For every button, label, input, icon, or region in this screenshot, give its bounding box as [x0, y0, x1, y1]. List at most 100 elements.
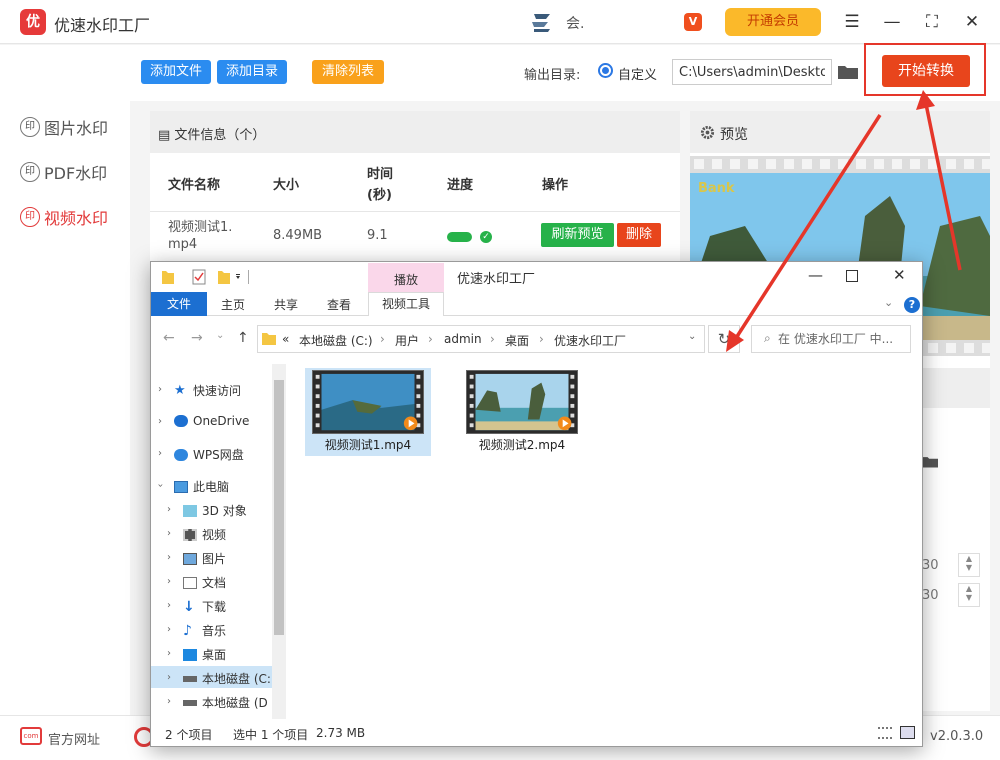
- chevron-right-icon[interactable]: ›: [158, 384, 162, 395]
- chevron-down-icon[interactable]: ⌄: [216, 330, 224, 341]
- close-icon[interactable]: ✕: [893, 266, 906, 284]
- breadcrumb-item[interactable]: admin: [444, 332, 482, 346]
- chevron-down-icon[interactable]: ›: [155, 484, 166, 488]
- breadcrumb-separator: ›: [428, 332, 433, 346]
- watermark-icon: 印: [20, 207, 40, 227]
- delete-button[interactable]: 删除: [617, 223, 661, 247]
- chevron-right-icon[interactable]: ›: [167, 600, 171, 611]
- column-header-time-unit: (秒): [367, 188, 392, 203]
- chevron-right-icon[interactable]: ›: [167, 624, 171, 635]
- tree-item-quick-access[interactable]: ★ 快速访问: [174, 382, 241, 399]
- chevron-down-icon[interactable]: ⌄: [688, 331, 696, 342]
- breadcrumb-separator: ›: [490, 332, 495, 346]
- list-icon: ▤: [158, 128, 175, 143]
- preview-title: 预览: [720, 127, 748, 143]
- refresh-preview-button[interactable]: 刷新预览: [541, 223, 614, 247]
- tree-item-3d-objects[interactable]: 3D 对象: [183, 502, 247, 519]
- forward-arrow-icon[interactable]: →: [191, 330, 203, 346]
- breadcrumb-item[interactable]: 本地磁盘 (C:): [299, 332, 373, 349]
- tree-item-pictures[interactable]: 图片: [183, 550, 226, 567]
- official-site-link[interactable]: 官方网址: [48, 729, 100, 748]
- spin-value[interactable]: 30: [922, 588, 939, 603]
- add-directory-button[interactable]: 添加目录: [217, 60, 287, 84]
- file-item-video-1[interactable]: 视频测试1.mp4: [305, 368, 431, 456]
- start-convert-button[interactable]: 开始转换: [882, 55, 970, 87]
- tree-item-wps-drive[interactable]: WPS网盘: [174, 446, 244, 463]
- chevron-right-icon[interactable]: ›: [158, 416, 162, 427]
- chevron-right-icon[interactable]: ›: [167, 648, 171, 659]
- breadcrumb-item[interactable]: 优速水印工厂: [554, 332, 626, 349]
- app-title: 优速水印工厂: [54, 16, 151, 35]
- file-info-title: ▤ 文件信息（个）: [158, 128, 266, 143]
- tree-item-documents[interactable]: 文档: [183, 574, 226, 591]
- tab-share[interactable]: 共享: [274, 296, 298, 313]
- back-arrow-icon[interactable]: ←: [163, 330, 175, 346]
- check-icon: ✓: [480, 231, 492, 243]
- folder-icon[interactable]: [838, 64, 858, 79]
- tree-item-downloads[interactable]: ↓ 下载: [183, 598, 226, 615]
- breadcrumb-item[interactable]: 桌面: [505, 332, 529, 349]
- vip-button[interactable]: 开通会员: [725, 8, 821, 36]
- user-name[interactable]: 会.: [566, 13, 584, 33]
- tree-item-desktop[interactable]: 桌面: [183, 646, 226, 663]
- tree-item-drive-c[interactable]: 本地磁盘 (C:: [183, 670, 271, 687]
- sidebar-item-video-watermark[interactable]: 印 视频水印: [20, 204, 130, 230]
- drive-icon: [183, 675, 197, 682]
- maximize-icon[interactable]: ⛶: [920, 10, 944, 34]
- clear-list-button[interactable]: 清除列表: [312, 60, 384, 84]
- drive-icon: [183, 699, 197, 706]
- chevron-down-icon[interactable]: ⌄: [884, 296, 893, 309]
- chevron-right-icon[interactable]: ›: [158, 448, 162, 459]
- spinner-arrows-icon[interactable]: ▲ ▼: [958, 553, 980, 577]
- large-icons-view-icon[interactable]: [900, 726, 915, 739]
- menu-icon[interactable]: ☰: [840, 10, 864, 34]
- document-icon: [183, 576, 197, 589]
- minimize-icon[interactable]: —: [808, 266, 823, 284]
- tree-item-this-pc[interactable]: 此电脑: [174, 478, 229, 495]
- selected-size: 2.73 MB: [316, 726, 366, 740]
- app-logo: 优: [20, 9, 46, 35]
- tab-file[interactable]: 文件: [151, 292, 207, 316]
- minimize-icon[interactable]: —: [880, 10, 904, 34]
- custom-dir-radio[interactable]: [598, 63, 613, 78]
- add-file-button[interactable]: 添加文件: [141, 60, 211, 84]
- details-view-icon[interactable]: [878, 727, 892, 739]
- tree-scrollbar-thumb[interactable]: [274, 380, 284, 635]
- file-name: 视频测试1.: [168, 220, 233, 235]
- chevron-right-icon[interactable]: ›: [167, 504, 171, 515]
- tree-item-videos[interactable]: 视频: [183, 526, 226, 543]
- file-item-video-2[interactable]: 视频测试2.mp4: [459, 368, 585, 456]
- chevron-right-icon[interactable]: ›: [167, 528, 171, 539]
- sidebar-item-pdf-watermark[interactable]: 印 PDF水印: [20, 159, 130, 185]
- quick-access-toolbar-icon: [162, 269, 249, 285]
- breadcrumb-overflow[interactable]: «: [282, 332, 289, 346]
- refresh-icon[interactable]: ↻: [708, 325, 740, 353]
- sidebar-item-image-watermark[interactable]: 印 图片水印: [20, 114, 130, 140]
- up-arrow-icon[interactable]: ↑: [237, 330, 249, 346]
- star-icon: ★: [174, 382, 186, 398]
- explorer-title: 优速水印工厂: [457, 272, 536, 287]
- sidebar-item-label: PDF水印: [44, 164, 108, 183]
- column-header-size: 大小: [273, 178, 300, 193]
- close-icon[interactable]: ✕: [960, 10, 984, 34]
- tree-item-drive-d[interactable]: 本地磁盘 (D: [183, 694, 271, 711]
- tab-video-tools[interactable]: 视频工具: [368, 292, 444, 316]
- tree-item-onedrive[interactable]: OneDrive: [174, 414, 249, 428]
- output-path-input[interactable]: [672, 59, 832, 85]
- search-input[interactable]: 在 优速水印工厂 中...: [751, 325, 911, 353]
- tab-play[interactable]: 播放: [394, 271, 418, 288]
- tree-item-music[interactable]: ♪ 音乐: [183, 622, 226, 639]
- breadcrumb-item[interactable]: 用户: [395, 332, 419, 349]
- chevron-right-icon[interactable]: ›: [167, 696, 171, 707]
- help-icon[interactable]: ?: [904, 297, 920, 313]
- maximize-icon[interactable]: [846, 270, 858, 282]
- folder-icon[interactable]: [922, 455, 938, 468]
- spin-value[interactable]: 30: [922, 558, 939, 573]
- tab-view[interactable]: 查看: [327, 296, 351, 313]
- tab-home[interactable]: 主页: [221, 296, 245, 313]
- spinner-arrows-icon[interactable]: ▲ ▼: [958, 583, 980, 607]
- picture-icon: [183, 552, 197, 565]
- chevron-right-icon[interactable]: ›: [167, 552, 171, 563]
- chevron-right-icon[interactable]: ›: [167, 576, 171, 587]
- chevron-right-icon[interactable]: ›: [167, 672, 171, 683]
